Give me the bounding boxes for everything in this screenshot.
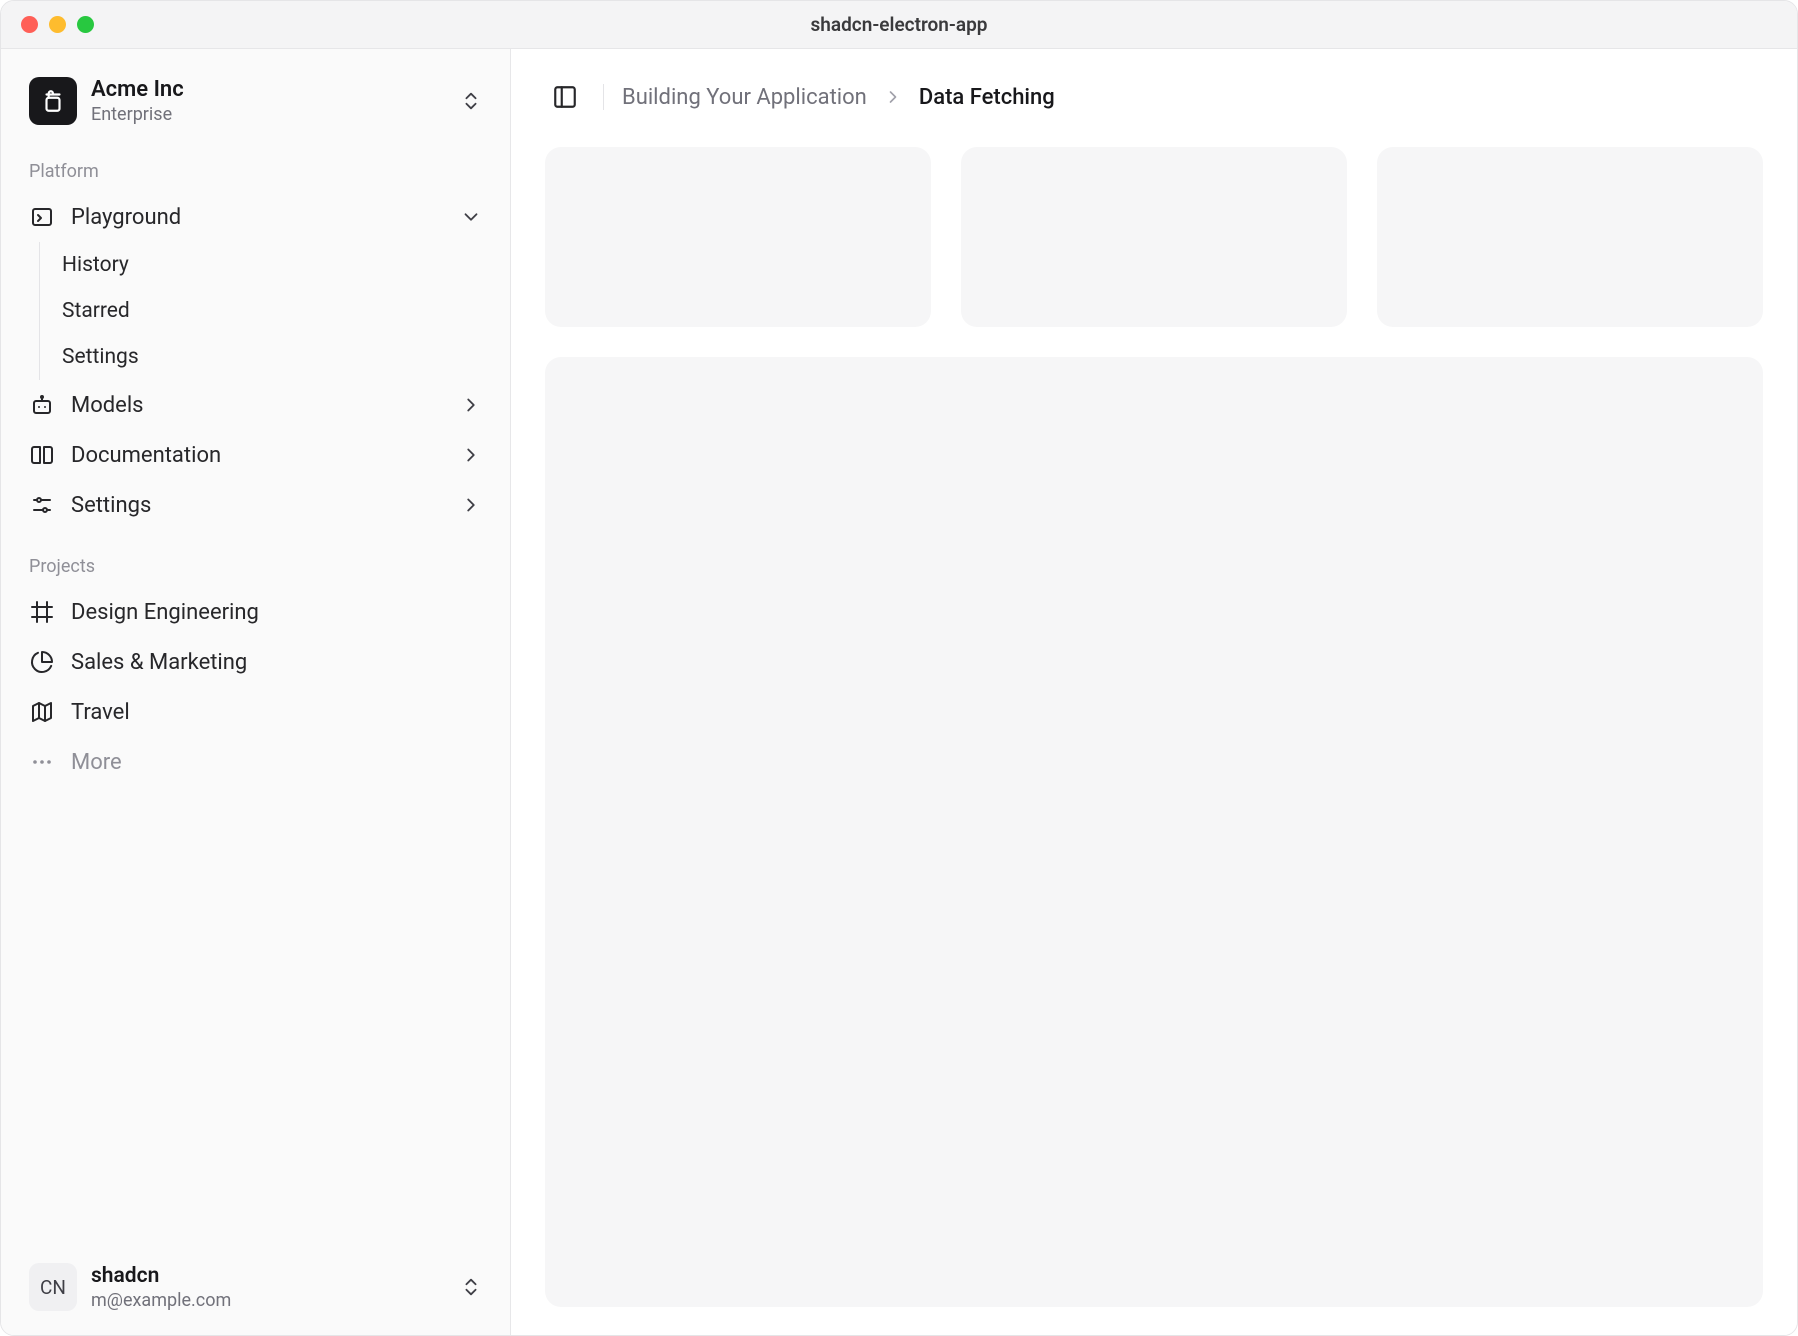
header-row: Building Your Application Data Fetching (545, 77, 1763, 117)
breadcrumb: Building Your Application Data Fetching (622, 85, 1055, 110)
user-email: m@example.com (91, 1290, 446, 1311)
close-window-button[interactable] (21, 16, 38, 33)
bot-icon (29, 392, 55, 418)
project-item-more[interactable]: More (15, 737, 496, 787)
sub-item-history[interactable]: History (44, 242, 496, 288)
pie-chart-icon (29, 649, 55, 675)
traffic-lights (21, 16, 94, 33)
nav-item-documentation[interactable]: Documentation (15, 430, 496, 480)
nav-item-settings[interactable]: Settings (15, 480, 496, 530)
nav-item-label: Settings (71, 493, 444, 518)
project-item-label: Sales & Marketing (71, 650, 482, 675)
team-logo (29, 77, 77, 125)
nav-item-label: Models (71, 393, 444, 418)
frame-icon (29, 599, 55, 625)
chevron-right-icon (460, 394, 482, 416)
team-name: Acme Inc (91, 77, 446, 102)
sidebar: Acme Inc Enterprise Platform Playground … (1, 49, 511, 1335)
separator (603, 84, 604, 110)
cards-row (545, 147, 1763, 327)
chevron-right-icon (460, 494, 482, 516)
sub-item-settings[interactable]: Settings (44, 334, 496, 380)
team-switcher[interactable]: Acme Inc Enterprise (15, 67, 496, 135)
more-label: More (71, 750, 482, 775)
playground-subitems: History Starred Settings (39, 242, 496, 380)
nav-item-label: Documentation (71, 443, 444, 468)
sidebar-toggle-button[interactable] (545, 77, 585, 117)
chevron-right-icon (883, 87, 903, 107)
placeholder-card (1377, 147, 1763, 327)
chevron-down-icon (460, 206, 482, 228)
main-content: Building Your Application Data Fetching (511, 49, 1797, 1335)
project-item-travel[interactable]: Travel (15, 687, 496, 737)
placeholder-card (545, 147, 931, 327)
nav-item-models[interactable]: Models (15, 380, 496, 430)
sub-item-starred[interactable]: Starred (44, 288, 496, 334)
user-name: shadcn (91, 1264, 446, 1288)
map-icon (29, 699, 55, 725)
project-item-sales-marketing[interactable]: Sales & Marketing (15, 637, 496, 687)
breadcrumb-parent[interactable]: Building Your Application (622, 85, 867, 110)
avatar: CN (29, 1263, 77, 1311)
sidebar-spacer (15, 787, 496, 1253)
panel-left-icon (552, 84, 578, 110)
section-label-projects: Projects (15, 530, 496, 587)
project-item-label: Travel (71, 700, 482, 725)
section-label-platform: Platform (15, 135, 496, 192)
chevrons-up-down-icon (460, 1276, 482, 1298)
chevron-right-icon (460, 444, 482, 466)
chevrons-up-down-icon (460, 90, 482, 112)
breadcrumb-current: Data Fetching (919, 85, 1055, 110)
team-text: Acme Inc Enterprise (91, 77, 446, 125)
project-item-label: Design Engineering (71, 600, 482, 625)
window-title: shadcn-electron-app (1, 13, 1797, 36)
team-plan: Enterprise (91, 104, 446, 125)
more-horizontal-icon (29, 749, 55, 775)
app-body: Acme Inc Enterprise Platform Playground … (1, 49, 1797, 1335)
minimize-window-button[interactable] (49, 16, 66, 33)
project-item-design-engineering[interactable]: Design Engineering (15, 587, 496, 637)
titlebar[interactable]: shadcn-electron-app (1, 1, 1797, 49)
command-icon (40, 88, 66, 114)
placeholder-card (961, 147, 1347, 327)
placeholder-card-large (545, 357, 1763, 1307)
app-window: shadcn-electron-app Acme Inc Enterprise (0, 0, 1798, 1336)
nav-item-label: Playground (71, 205, 444, 230)
user-text: shadcn m@example.com (91, 1264, 446, 1311)
book-icon (29, 442, 55, 468)
settings-icon (29, 492, 55, 518)
maximize-window-button[interactable] (77, 16, 94, 33)
nav-item-playground[interactable]: Playground (15, 192, 496, 242)
terminal-icon (29, 204, 55, 230)
user-switcher[interactable]: CN shadcn m@example.com (15, 1253, 496, 1321)
